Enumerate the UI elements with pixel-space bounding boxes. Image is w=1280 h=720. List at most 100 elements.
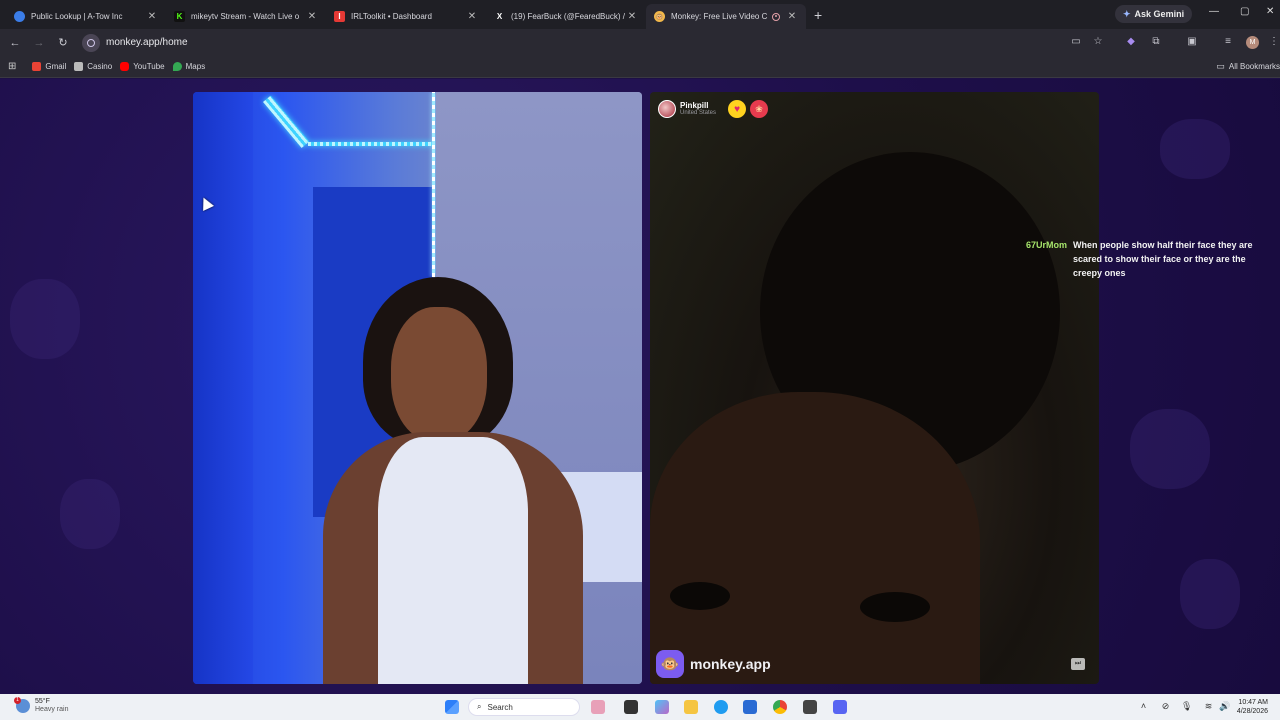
remote-face: [650, 392, 980, 684]
file-explorer-icon[interactable]: [684, 700, 698, 714]
monkey-brand: 🐵 monkey.app: [656, 650, 771, 678]
browser-tab-active[interactable]: 🐵 Monkey: Free Live Video C ✕: [646, 4, 806, 29]
gift-icon[interactable]: ❀: [750, 100, 769, 118]
copilot-icon[interactable]: [591, 700, 605, 714]
site-info-icon[interactable]: [82, 33, 100, 52]
rain-icon: 1: [14, 697, 30, 713]
discord-icon[interactable]: [833, 700, 847, 714]
media-controls-icon[interactable]: ≡: [1222, 36, 1234, 48]
chrome-icon[interactable]: [773, 700, 787, 714]
background-blob: [60, 479, 120, 549]
bookmark-label: Gmail: [45, 62, 67, 71]
minimize-button[interactable]: —: [1209, 6, 1219, 17]
microphone-icon[interactable]: 🎙: [1181, 701, 1192, 712]
back-arrow-icon[interactable]: ←: [3, 37, 27, 49]
kick-icon: K: [174, 11, 185, 22]
background-blob: [1130, 409, 1210, 489]
store-icon[interactable]: [743, 700, 757, 714]
new-tab-button[interactable]: +: [814, 7, 822, 29]
browser-toolbar: ← → ↻ monkey.app/home ▭ ☆ ◆ ⧉ ▣ ≡ M ⋮: [0, 29, 1280, 56]
monkey-app-page: Pinkpill United States ♥ ❀ 🐵 monkey.app …: [0, 79, 1280, 694]
browser-tab[interactable]: I IRLToolkit • Dashboard ✕: [326, 4, 486, 29]
person-face: [391, 307, 487, 442]
forward-arrow-icon[interactable]: →: [27, 37, 51, 49]
reload-icon[interactable]: ↻: [51, 36, 75, 49]
remote-username: Pinkpill: [680, 101, 709, 110]
remote-user-chip[interactable]: Pinkpill United States ♥ ❀: [658, 100, 769, 118]
bookmark-label: YouTube: [133, 62, 165, 71]
recording-icon: [772, 12, 780, 21]
bookmark-star-icon[interactable]: ☆: [1092, 36, 1104, 48]
heart-icon[interactable]: ♥: [728, 100, 747, 118]
gemini-sparkle-icon: ✦: [1123, 8, 1131, 19]
remote-eye: [860, 592, 930, 622]
local-video-feed: [193, 92, 642, 684]
weather-condition: Heavy rain: [35, 706, 69, 713]
close-tab-icon[interactable]: ✕: [306, 11, 318, 22]
background-blob: [10, 279, 80, 359]
all-bookmarks-label: All Bookmarks: [1228, 62, 1280, 71]
avatar[interactable]: [658, 100, 676, 118]
alert-badge: 1: [14, 697, 21, 704]
system-clock[interactable]: 10:47 AM 4/28/2026: [1237, 698, 1268, 716]
casino-icon: [74, 62, 84, 71]
cast-icon[interactable]: ▭: [1070, 36, 1082, 48]
chevron-up-icon[interactable]: ˄: [1138, 701, 1149, 712]
all-bookmarks-button[interactable]: ▭ All Bookmarks: [1216, 61, 1280, 72]
browser-tab[interactable]: X (19) FearBuck (@FearedBuck) / ✕: [486, 4, 646, 29]
copilot-app-icon[interactable]: [655, 700, 669, 714]
split-view-icon[interactable]: ▣: [1186, 36, 1198, 48]
ask-gemini-label: Ask Gemini: [1134, 9, 1185, 19]
chat-message: 67UrMom When people show half their face…: [1026, 238, 1256, 280]
skip-icon[interactable]: ⏭: [1071, 658, 1085, 670]
browser-tab[interactable]: Public Lookup | A-Tow Inc ✕: [6, 4, 166, 29]
tab-title: Monkey: Free Live Video C: [671, 12, 768, 21]
person-tank-top: [378, 437, 528, 684]
clock-date: 4/28/2026: [1236, 708, 1268, 715]
windows-start-icon[interactable]: [445, 700, 459, 714]
volume-icon[interactable]: 🔊: [1219, 701, 1230, 712]
more-menu-icon[interactable]: ⋮: [1268, 36, 1280, 48]
remote-country: United States: [680, 110, 717, 116]
taskbar-search[interactable]: ⌕ Search: [468, 698, 580, 716]
ask-gemini-button[interactable]: ✦ Ask Gemini: [1115, 5, 1193, 23]
bookmarks-bar: ⊞ Gmail Casino YouTube Maps ▭ All Bookma…: [0, 56, 1280, 78]
address-bar[interactable]: monkey.app/home: [82, 32, 1092, 53]
browser-tab[interactable]: K mikeytv Stream - Watch Live o ✕: [166, 4, 326, 29]
youtube-icon: [120, 62, 130, 71]
bookmark-label: Maps: [185, 62, 206, 71]
close-tab-icon[interactable]: ✕: [626, 11, 638, 22]
network-icon[interactable]: ⊘: [1160, 701, 1171, 712]
profile-avatar[interactable]: M: [1246, 36, 1259, 49]
tab-title: mikeytv Stream - Watch Live o: [191, 12, 300, 21]
close-window-button[interactable]: ✕: [1266, 6, 1274, 17]
bookmark-youtube[interactable]: YouTube: [120, 62, 165, 71]
maximize-button[interactable]: ▢: [1240, 6, 1249, 17]
extensions-icon[interactable]: ⧉: [1150, 36, 1162, 48]
maps-icon: [172, 62, 182, 71]
wall-left: [193, 92, 253, 684]
irltoolkit-icon: I: [334, 11, 345, 22]
gemini-icon[interactable]: ◆: [1125, 36, 1137, 48]
clock-time: 10:47 AM: [1238, 699, 1268, 706]
bookmark-maps[interactable]: Maps: [172, 62, 206, 71]
windows-taskbar: 1 55°F Heavy rain ⌕ Search ˄ ⊘ 🎙 ≋ 🔊 10:…: [0, 694, 1280, 720]
url-text: monkey.app/home: [106, 37, 188, 48]
remote-video-feed: Pinkpill United States ♥ ❀ 🐵 monkey.app …: [650, 92, 1099, 684]
weather-widget[interactable]: 1 55°F Heavy rain: [14, 697, 69, 714]
bookmark-casino[interactable]: Casino: [74, 62, 112, 71]
background-blob: [1160, 119, 1230, 179]
close-tab-icon[interactable]: ✕: [466, 11, 478, 22]
edge-icon[interactable]: [714, 700, 728, 714]
close-tab-icon[interactable]: ✕: [786, 11, 798, 22]
apps-grid-icon[interactable]: ⊞: [8, 61, 16, 72]
chat-text: When people show half their face they ar…: [1073, 240, 1253, 278]
browser-tab-strip: Public Lookup | A-Tow Inc ✕ K mikeytv St…: [0, 0, 1280, 29]
globe-icon: [14, 11, 25, 22]
brand-name: monkey.app: [690, 656, 771, 672]
close-tab-icon[interactable]: ✕: [146, 11, 158, 22]
wifi-icon[interactable]: ≋: [1203, 701, 1214, 712]
app-icon[interactable]: [803, 700, 817, 714]
bookmark-gmail[interactable]: Gmail: [32, 62, 66, 71]
task-view-icon[interactable]: [624, 700, 638, 714]
